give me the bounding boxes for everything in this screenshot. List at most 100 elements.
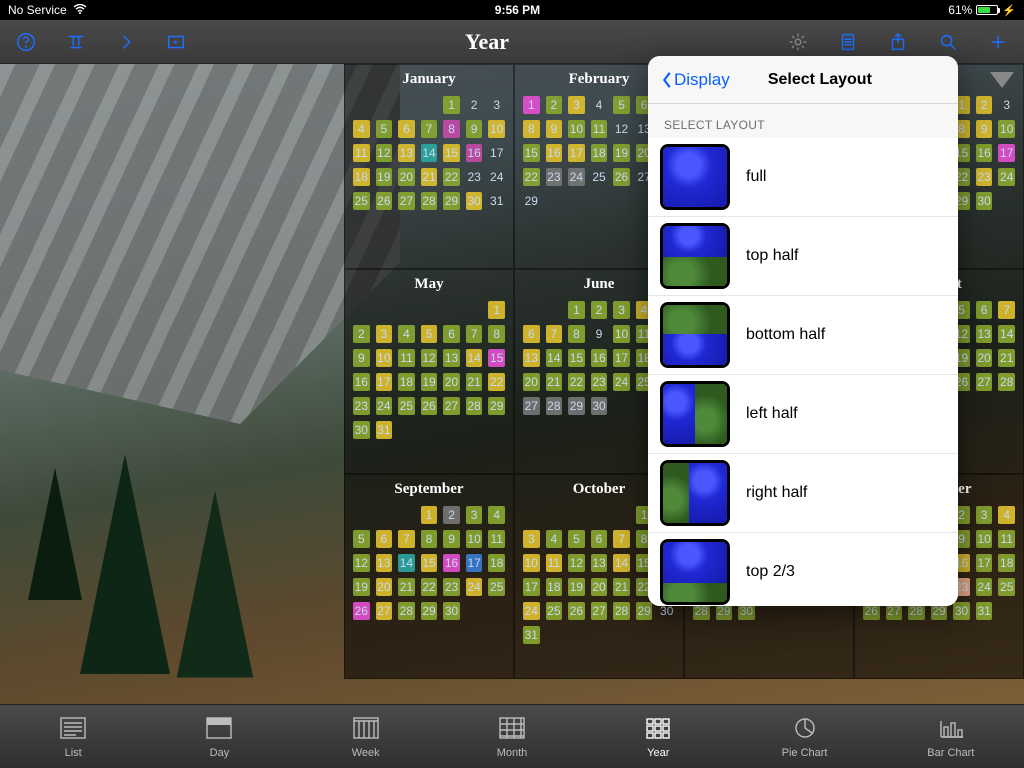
day-cell[interactable]: 5 bbox=[566, 528, 587, 550]
day-cell[interactable]: 23 bbox=[464, 166, 485, 188]
day-cell[interactable]: 2 bbox=[974, 94, 995, 116]
day-cell[interactable]: 15 bbox=[419, 552, 440, 574]
day-cell[interactable]: 12 bbox=[419, 347, 440, 369]
day-cell[interactable]: 30 bbox=[974, 190, 995, 212]
day-cell[interactable]: 27 bbox=[589, 600, 610, 622]
day-cell[interactable]: 16 bbox=[351, 371, 372, 393]
day-cell[interactable]: 18 bbox=[544, 576, 565, 598]
day-cell[interactable]: 22 bbox=[566, 371, 587, 393]
dropdown-indicator-icon[interactable] bbox=[990, 72, 1014, 88]
tab-week[interactable]: Week bbox=[293, 705, 439, 768]
day-cell[interactable]: 25 bbox=[589, 166, 610, 188]
search-icon[interactable] bbox=[936, 30, 960, 54]
tab-year[interactable]: Year bbox=[585, 705, 731, 768]
day-cell[interactable]: 24 bbox=[974, 576, 995, 598]
day-cell[interactable]: 3 bbox=[486, 94, 507, 116]
day-cell[interactable]: 20 bbox=[521, 371, 542, 393]
day-cell[interactable]: 7 bbox=[996, 299, 1017, 321]
day-cell[interactable]: 17 bbox=[611, 347, 632, 369]
day-cell[interactable]: 11 bbox=[396, 347, 417, 369]
help-icon[interactable] bbox=[14, 30, 38, 54]
tab-month[interactable]: Month bbox=[439, 705, 585, 768]
day-cell[interactable]: 20 bbox=[589, 576, 610, 598]
day-cell[interactable]: 29 bbox=[566, 395, 587, 417]
day-cell[interactable]: 8 bbox=[441, 118, 462, 140]
day-cell[interactable]: 8 bbox=[419, 528, 440, 550]
day-cell[interactable]: 4 bbox=[589, 94, 610, 116]
day-cell[interactable]: 5 bbox=[611, 94, 632, 116]
day-cell[interactable]: 20 bbox=[374, 576, 395, 598]
day-cell[interactable]: 14 bbox=[464, 347, 485, 369]
day-cell[interactable]: 10 bbox=[566, 118, 587, 140]
tab-piechart[interactable]: Pie Chart bbox=[731, 705, 877, 768]
day-cell[interactable]: 6 bbox=[521, 323, 542, 345]
calculator-icon[interactable] bbox=[836, 30, 860, 54]
day-cell[interactable]: 27 bbox=[521, 395, 542, 417]
day-cell[interactable]: 5 bbox=[351, 528, 372, 550]
day-cell[interactable]: 29 bbox=[441, 190, 462, 212]
day-cell[interactable]: 2 bbox=[464, 94, 485, 116]
day-cell[interactable]: 27 bbox=[441, 395, 462, 417]
day-cell[interactable]: 2 bbox=[441, 504, 462, 526]
settings-gear-icon[interactable] bbox=[786, 30, 810, 54]
layout-option-full[interactable]: full bbox=[648, 138, 958, 217]
day-cell[interactable]: 11 bbox=[544, 552, 565, 574]
day-cell[interactable]: 16 bbox=[441, 552, 462, 574]
day-cell[interactable]: 12 bbox=[611, 118, 632, 140]
day-cell[interactable]: 10 bbox=[464, 528, 485, 550]
day-cell[interactable]: 9 bbox=[351, 347, 372, 369]
day-cell[interactable]: 8 bbox=[566, 323, 587, 345]
layout-option-top23[interactable]: top 2/3 bbox=[648, 533, 958, 606]
day-cell[interactable]: 15 bbox=[566, 347, 587, 369]
day-cell[interactable]: 19 bbox=[566, 576, 587, 598]
day-cell[interactable]: 18 bbox=[396, 371, 417, 393]
day-cell[interactable]: 14 bbox=[396, 552, 417, 574]
day-cell[interactable]: 25 bbox=[396, 395, 417, 417]
day-cell[interactable]: 23 bbox=[441, 576, 462, 598]
day-cell[interactable]: 9 bbox=[441, 528, 462, 550]
day-cell[interactable]: 12 bbox=[351, 552, 372, 574]
day-cell[interactable]: 24 bbox=[374, 395, 395, 417]
day-cell[interactable]: 30 bbox=[464, 190, 485, 212]
day-cell[interactable]: 7 bbox=[396, 528, 417, 550]
day-cell[interactable]: 11 bbox=[589, 118, 610, 140]
day-cell[interactable]: 9 bbox=[974, 118, 995, 140]
day-cell[interactable]: 7 bbox=[464, 323, 485, 345]
day-cell[interactable]: 22 bbox=[521, 166, 542, 188]
day-cell[interactable]: 20 bbox=[396, 166, 417, 188]
day-cell[interactable]: 25 bbox=[351, 190, 372, 212]
day-cell[interactable]: 18 bbox=[351, 166, 372, 188]
day-cell[interactable]: 14 bbox=[419, 142, 440, 164]
add-icon[interactable] bbox=[986, 30, 1010, 54]
day-cell[interactable]: 13 bbox=[441, 347, 462, 369]
day-cell[interactable]: 17 bbox=[974, 552, 995, 574]
day-cell[interactable]: 4 bbox=[486, 504, 507, 526]
day-cell[interactable]: 17 bbox=[521, 576, 542, 598]
day-cell[interactable]: 28 bbox=[464, 395, 485, 417]
day-cell[interactable]: 2 bbox=[544, 94, 565, 116]
layout-option-righthalf[interactable]: right half bbox=[648, 454, 958, 533]
tab-list[interactable]: List bbox=[0, 705, 146, 768]
day-cell[interactable]: 7 bbox=[544, 323, 565, 345]
day-cell[interactable]: 23 bbox=[351, 395, 372, 417]
day-cell[interactable]: 26 bbox=[566, 600, 587, 622]
day-cell[interactable]: 10 bbox=[996, 118, 1017, 140]
day-cell[interactable]: 18 bbox=[589, 142, 610, 164]
day-cell[interactable]: 29 bbox=[521, 190, 542, 212]
day-cell[interactable]: 24 bbox=[566, 166, 587, 188]
day-cell[interactable]: 25 bbox=[486, 576, 507, 598]
day-cell[interactable]: 21 bbox=[419, 166, 440, 188]
day-cell[interactable]: 28 bbox=[611, 600, 632, 622]
day-cell[interactable]: 30 bbox=[951, 600, 972, 622]
day-cell[interactable]: 31 bbox=[521, 624, 542, 646]
month-january[interactable]: January123456789101112131415161718192021… bbox=[344, 64, 514, 269]
day-cell[interactable]: 24 bbox=[464, 576, 485, 598]
month-may[interactable]: May1234567891011121314151617181920212223… bbox=[344, 269, 514, 474]
day-cell[interactable]: 15 bbox=[486, 347, 507, 369]
day-cell[interactable]: 1 bbox=[419, 504, 440, 526]
day-cell[interactable]: 1 bbox=[441, 94, 462, 116]
day-cell[interactable]: 31 bbox=[486, 190, 507, 212]
day-cell[interactable]: 5 bbox=[419, 323, 440, 345]
timeline-icon[interactable] bbox=[64, 30, 88, 54]
layout-option-bottomhalf[interactable]: bottom half bbox=[648, 296, 958, 375]
